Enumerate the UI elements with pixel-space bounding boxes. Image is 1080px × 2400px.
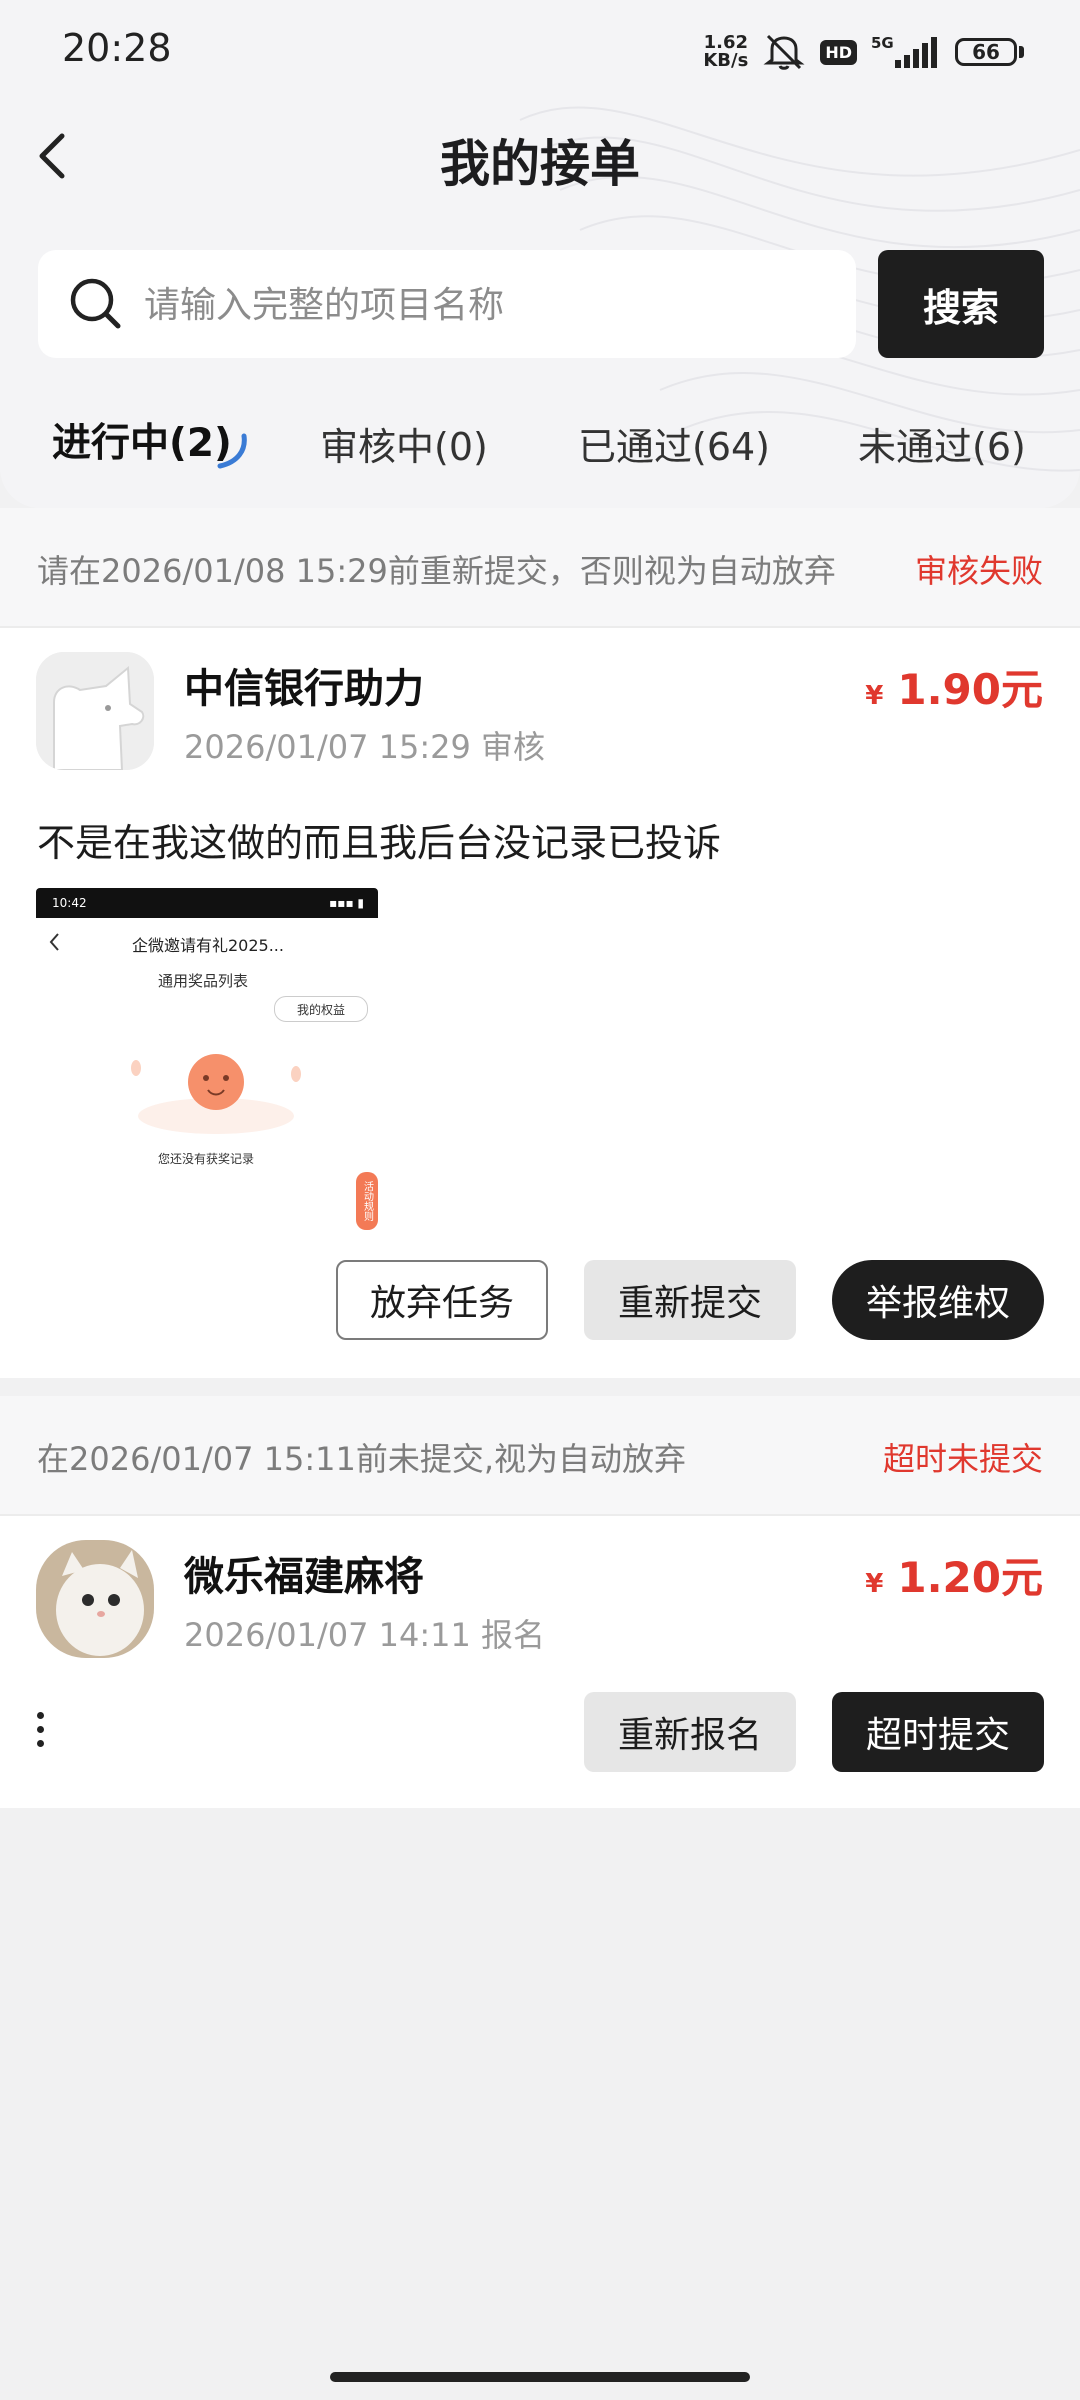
back-arrow-icon [49, 933, 59, 951]
remark-text: 不是在我这做的而且我后台没记录已投诉 [37, 821, 722, 865]
task-meta: 2026/01/07 15:29 审核 [184, 728, 546, 766]
status-icons: 1.62 KB/s HD 5G 66 [703, 30, 1024, 74]
signal-5g-icon: 5G [871, 34, 937, 68]
tab-reviewing[interactable]: 审核中(0) [320, 416, 488, 471]
proof-screenshot[interactable]: 10:42 ▪▪▪ ▮ 企微邀请有礼2025... 通用奖品列表 我的权益 您还… [36, 888, 378, 1236]
task-price: ¥1.20元 [865, 1553, 1043, 1602]
home-indicator[interactable] [330, 2372, 750, 2382]
search-icon [70, 278, 121, 329]
clock: 20:28 [62, 26, 172, 70]
task-meta: 2026/01/07 14:11 报名 [184, 1616, 546, 1654]
late-submit-button[interactable]: 超时提交 [832, 1692, 1044, 1772]
dog-logo-icon [36, 652, 154, 770]
status-badge: 超时未提交 [882, 1440, 1043, 1478]
mascot-icon [131, 1054, 301, 1134]
svg-text:5G: 5G [871, 34, 894, 52]
task-avatar [36, 652, 154, 770]
status-bar: 20:28 1.62 KB/s HD 5G 66 [0, 0, 1080, 104]
tab-bar: 进行中(2) 审核中(0) 已通过(64) 未通过(6) [0, 410, 1080, 480]
task-name: 中信银行助力 [184, 666, 424, 712]
battery-icon: 66 [955, 38, 1024, 66]
status-badge: 审核失败 [914, 552, 1043, 590]
task-avatar [36, 1540, 154, 1658]
more-options-icon[interactable] [34, 1712, 46, 1752]
order-notice: 请在2026/01/08 15:29前重新提交，否则视为自动放弃 审核失败 [0, 508, 1080, 628]
tab-rejected[interactable]: 未通过(6) [858, 416, 1026, 471]
resubmit-button[interactable]: 重新提交 [584, 1260, 796, 1340]
task-name: 微乐福建麻将 [184, 1554, 424, 1600]
tab-approved[interactable]: 已通过(64) [578, 416, 770, 471]
search-bar[interactable] [38, 250, 856, 358]
network-speed: 1.62 KB/s [703, 32, 749, 71]
page-title: 我的接单 [440, 135, 640, 193]
order-notice: 在2026/01/07 15:11前未提交,视为自动放弃 超时未提交 [0, 1396, 1080, 1516]
tab-in-progress[interactable]: 进行中(2) [52, 412, 232, 468]
report-button[interactable]: 举报维权 [832, 1260, 1044, 1340]
mute-bell-icon [763, 34, 805, 70]
search-input[interactable] [142, 270, 836, 340]
header-area: 20:28 1.62 KB/s HD 5G 66 我的接单 请输入完整的项目名称… [0, 0, 1080, 508]
active-tab-indicator [217, 433, 247, 469]
task-price: ¥1.90元 [865, 665, 1043, 714]
re-register-button[interactable]: 重新报名 [584, 1692, 796, 1772]
hd-badge: HD [820, 39, 857, 65]
search-button[interactable]: 搜索 [878, 250, 1044, 358]
abandon-task-button[interactable]: 放弃任务 [336, 1260, 548, 1340]
cat-avatar-icon [36, 1540, 154, 1658]
